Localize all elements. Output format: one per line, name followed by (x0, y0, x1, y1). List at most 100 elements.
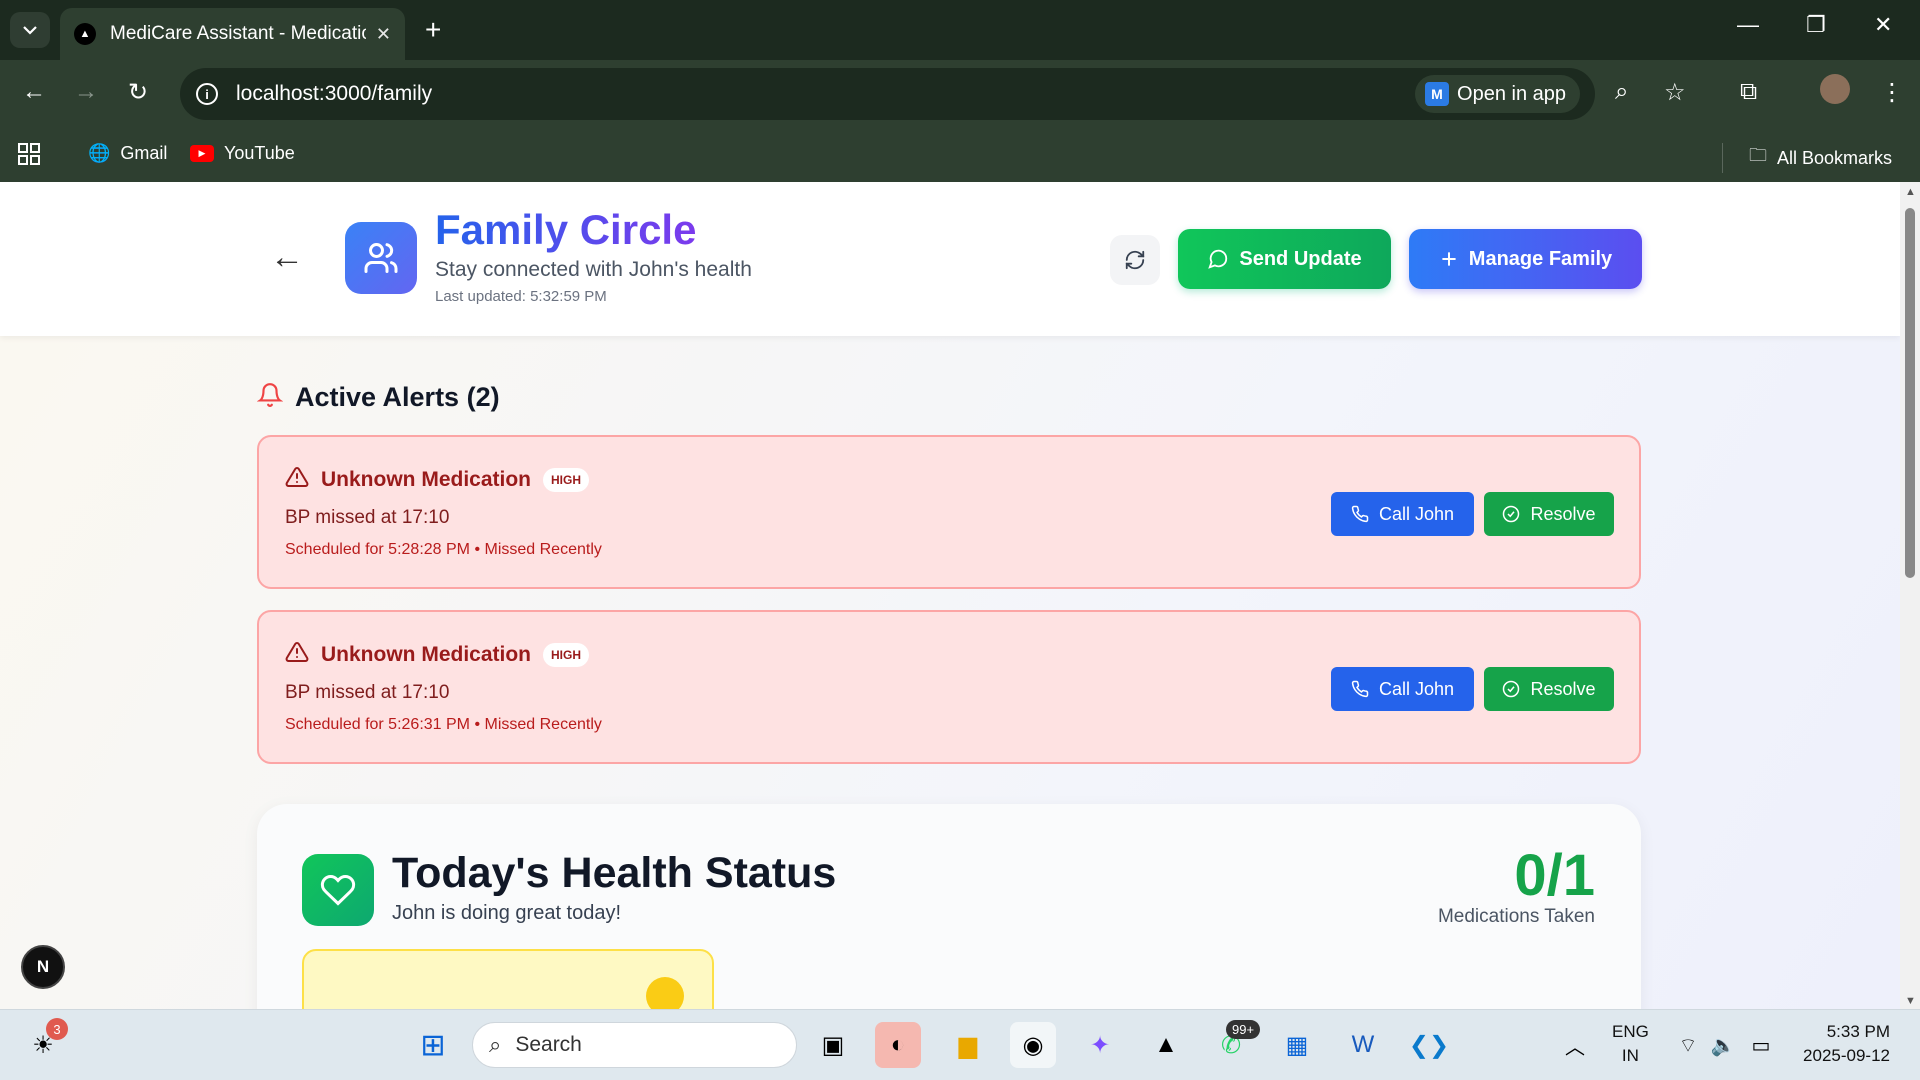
battery-icon[interactable]: ▭ (1738, 1022, 1784, 1068)
alert-meta: Scheduled for 5:28:28 PM • Missed Recent… (285, 541, 602, 558)
close-window-button[interactable]: ✕ (1874, 12, 1892, 38)
page-subtitle: Stay connected with John's health (435, 258, 752, 281)
apps-grid-icon[interactable] (18, 143, 40, 165)
copilot-icon[interactable]: ✦ (1077, 1022, 1123, 1068)
scrollbar-thumb[interactable] (1905, 208, 1915, 578)
check-circle-icon (1502, 680, 1520, 698)
browser-tabbar: ▲ MediCare Assistant - Medicatio ✕ + — ❐… (0, 0, 1920, 60)
bookmark-youtube[interactable]: ▶ YouTube (190, 143, 295, 164)
medication-status-icon (646, 977, 684, 1009)
all-bookmarks-label: All Bookmarks (1777, 147, 1893, 168)
tray-chevron-up-icon[interactable]: ︿ (1552, 1022, 1598, 1068)
reload-button[interactable]: ↻ (128, 78, 148, 107)
phone-icon (1351, 680, 1369, 698)
word-icon[interactable]: W (1340, 1022, 1386, 1068)
store-icon[interactable]: ▦ (1274, 1022, 1320, 1068)
back-nav-button[interactable]: ← (22, 78, 46, 106)
alert-meta: Scheduled for 5:26:31 PM • Missed Recent… (285, 716, 602, 733)
heart-icon (302, 854, 374, 926)
restore-button[interactable]: ❐ (1806, 12, 1826, 38)
call-john-label: Call John (1378, 503, 1455, 524)
last-updated-text: Last updated: 5:32:59 PM (435, 288, 607, 305)
resolve-label: Resolve (1530, 678, 1596, 699)
bookmark-youtube-label: YouTube (224, 143, 295, 163)
resolve-button[interactable]: Resolve (1484, 667, 1614, 711)
tab-title: MediCare Assistant - Medicatio (110, 23, 366, 44)
alert-message: BP missed at 17:10 (285, 682, 450, 703)
alerts-title: Active Alerts (2) (295, 382, 500, 412)
resolve-label: Resolve (1530, 503, 1596, 524)
alert-message: BP missed at 17:10 (285, 507, 450, 528)
vscode-icon[interactable]: ❮❯ (1406, 1022, 1452, 1068)
extensions-icon[interactable]: ⧉ (1740, 78, 1757, 106)
windows-start-icon[interactable]: ⊞ (410, 1022, 456, 1068)
medication-card[interactable] (302, 949, 714, 1009)
tab-close-icon[interactable]: ✕ (376, 24, 391, 45)
page-scrollbar[interactable]: ▲ ▼ (1900, 182, 1920, 1009)
alert-title: Unknown Medication (321, 467, 531, 491)
grid-icon (18, 143, 40, 165)
bookmark-star-icon[interactable]: ☆ (1664, 78, 1686, 107)
globe-icon: 🌐 (88, 143, 111, 163)
nextjs-favicon-icon: ▲ (74, 23, 96, 45)
alert-card: Unknown Medication HIGH BP missed at 17:… (257, 610, 1641, 764)
all-bookmarks[interactable]: 🗀 All Bookmarks (1722, 143, 1892, 173)
language-indicator[interactable]: ENG IN (1612, 1020, 1649, 1068)
taskbar-search[interactable]: ⌕ Search (472, 1022, 797, 1068)
system-clock[interactable]: 5:33 PM 2025-09-12 (1803, 1020, 1890, 1068)
taskbar-search-label: Search (515, 1033, 582, 1056)
forward-nav-button[interactable]: → (74, 78, 98, 106)
message-circle-icon (1207, 248, 1229, 270)
address-bar[interactable]: i localhost:3000/family M Open in app (180, 68, 1595, 120)
region-code: IN (1621, 1046, 1639, 1065)
call-john-button[interactable]: Call John (1331, 492, 1474, 536)
file-explorer-icon[interactable]: ▆ (945, 1022, 991, 1068)
folder-icon: 🗀 (1749, 145, 1767, 165)
scroll-up-icon[interactable]: ▲ (1905, 186, 1916, 198)
manage-family-button[interactable]: Manage Family (1409, 229, 1642, 289)
health-status-card: Today's Health Status John is doing grea… (257, 804, 1641, 1009)
severity-badge: HIGH (543, 642, 589, 667)
url-text: localhost:3000/family (236, 82, 433, 105)
bookmarks-bar: 🌐 Gmail ▶ YouTube 🗀 All Bookmarks (0, 128, 1920, 182)
medications-taken-label: Medications Taken (1437, 906, 1595, 927)
youtube-icon: ▶ (190, 145, 214, 162)
call-john-button[interactable]: Call John (1331, 667, 1474, 711)
chevron-down-icon (23, 26, 37, 35)
alert-triangle-icon (285, 640, 309, 669)
zoom-search-icon[interactable]: ⌕ (1615, 78, 1628, 106)
browser-menu-icon[interactable]: ⋮ (1880, 78, 1904, 107)
send-update-button[interactable]: Send Update (1178, 229, 1391, 289)
alert-triangle-icon (285, 465, 309, 494)
bookmark-gmail[interactable]: 🌐 Gmail (88, 143, 167, 164)
site-info-icon[interactable]: i (196, 83, 218, 105)
whatsapp-badge: 99+ (1226, 1020, 1261, 1039)
health-status-subtitle: John is doing great today! (392, 902, 622, 924)
minimize-button[interactable]: — (1737, 12, 1759, 38)
call-john-label: Call John (1378, 678, 1455, 699)
task-view-icon[interactable]: ▣ (810, 1022, 856, 1068)
page-title: Family Circle (435, 206, 697, 253)
clock-date: 2025-09-12 (1803, 1046, 1890, 1065)
refresh-button[interactable] (1110, 235, 1160, 285)
new-tab-button[interactable]: + (425, 14, 441, 46)
clock-time: 5:33 PM (1826, 1022, 1890, 1041)
users-icon (345, 222, 417, 294)
nextjs-dev-indicator[interactable]: N (21, 945, 65, 989)
browser-toolbar: ← → ↻ i localhost:3000/family M Open in … (0, 60, 1920, 128)
vercel-app-icon[interactable]: ▲ (1143, 1022, 1189, 1068)
chrome-icon[interactable]: ◉ (1010, 1022, 1056, 1068)
open-in-app-button[interactable]: M Open in app (1415, 75, 1580, 113)
profile-avatar[interactable] (1820, 74, 1850, 104)
alert-title-row: Unknown Medication HIGH (285, 465, 589, 494)
alert-title: Unknown Medication (321, 642, 531, 666)
notification-count-badge: 3 (46, 1018, 68, 1040)
back-arrow-icon[interactable]: ← (270, 238, 304, 277)
edge-icon[interactable]: ◐ (875, 1022, 921, 1068)
browser-tab-active[interactable]: ▲ MediCare Assistant - Medicatio ✕ (60, 8, 405, 60)
resolve-button[interactable]: Resolve (1484, 492, 1614, 536)
page-content: ← Family Circle Stay connected with John… (0, 182, 1900, 1009)
health-status-title: Today's Health Status (392, 849, 837, 897)
scroll-down-icon[interactable]: ▼ (1905, 995, 1916, 1007)
tab-search-button[interactable] (10, 12, 50, 48)
